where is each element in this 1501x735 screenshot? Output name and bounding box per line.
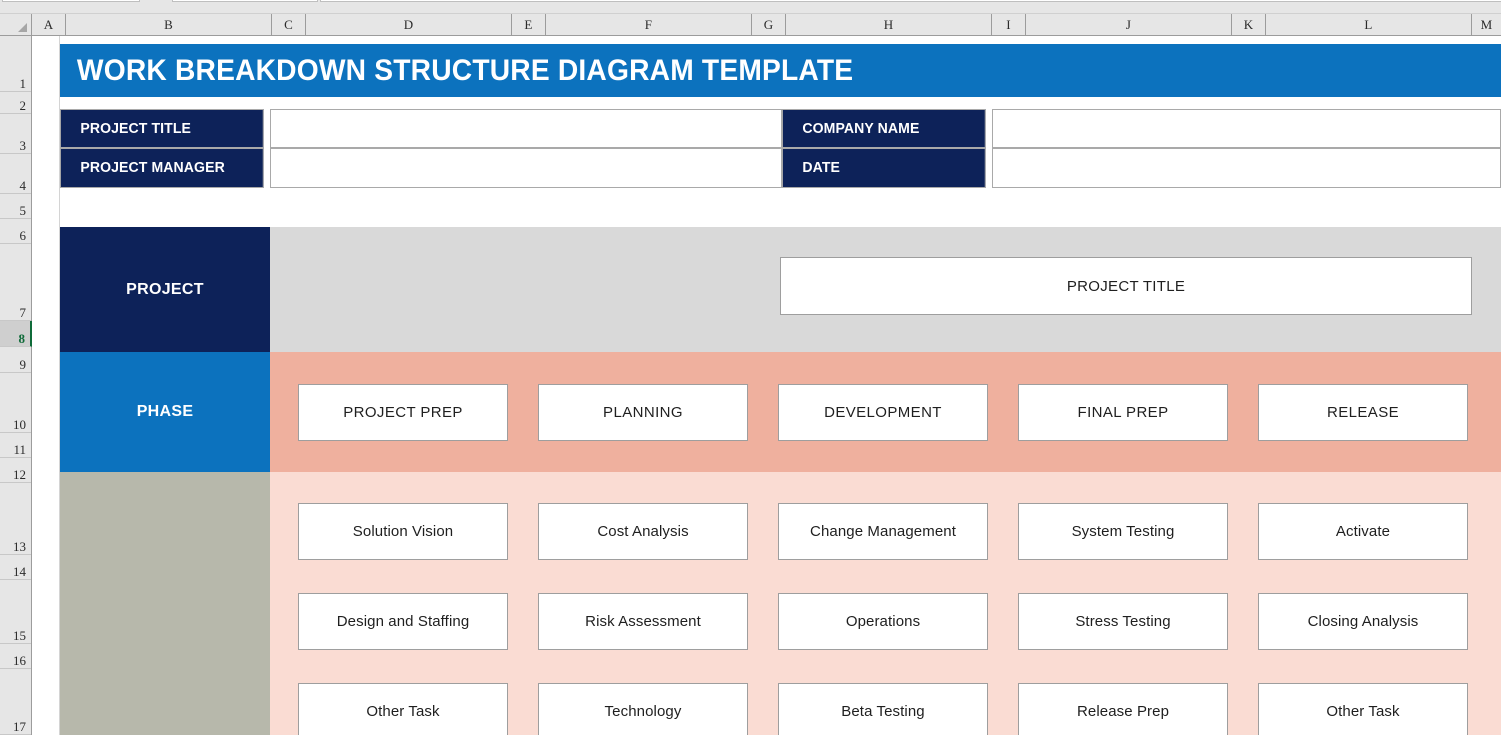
column-header-b[interactable]: B xyxy=(66,14,272,35)
formula-bar-input[interactable] xyxy=(320,0,1501,2)
project-title-input[interactable] xyxy=(270,109,782,148)
column-header-g[interactable]: G xyxy=(752,14,786,35)
task-node-r1c2[interactable]: Cost Analysis xyxy=(538,503,748,560)
project-title-label: PROJECT TITLE xyxy=(60,109,264,148)
column-header-f[interactable]: F xyxy=(546,14,752,35)
project-manager-input[interactable] xyxy=(270,148,782,188)
task-row-band: Solution Vision Cost Analysis Change Man… xyxy=(270,472,1501,735)
row-header-14[interactable]: 14 xyxy=(0,555,31,580)
date-input[interactable] xyxy=(992,148,1501,188)
column-header-strip: A B C D E F G H I J K L M xyxy=(0,14,1501,36)
task-node-r2c5[interactable]: Closing Analysis xyxy=(1258,593,1468,650)
worksheet-canvas[interactable]: WORK BREAKDOWN STRUCTURE DIAGRAM TEMPLAT… xyxy=(32,36,1501,735)
row-header-8[interactable]: 8 xyxy=(0,321,32,347)
select-all-triangle-icon xyxy=(18,23,27,32)
row-header-9[interactable]: 9 xyxy=(0,347,31,373)
row-header-11[interactable]: 11 xyxy=(0,433,31,458)
column-header-i[interactable]: I xyxy=(992,14,1026,35)
task-node-r2c2[interactable]: Risk Assessment xyxy=(538,593,748,650)
task-node-r3c4[interactable]: Release Prep xyxy=(1018,683,1228,735)
phase-row-band: PROJECT PREP PLANNING DEVELOPMENT FINAL … xyxy=(270,352,1501,472)
row-header-15[interactable]: 15 xyxy=(0,580,31,644)
company-name-input[interactable] xyxy=(992,109,1501,148)
row-header-6[interactable]: 6 xyxy=(0,219,31,244)
column-header-a[interactable]: A xyxy=(32,14,66,35)
column-header-d[interactable]: D xyxy=(306,14,512,35)
wbs-template: WORK BREAKDOWN STRUCTURE DIAGRAM TEMPLAT… xyxy=(32,36,1501,735)
phase-node-2[interactable]: PLANNING xyxy=(538,384,748,441)
formula-bar-buttons[interactable] xyxy=(172,0,318,2)
row-header-12[interactable]: 12 xyxy=(0,458,31,483)
task-node-r1c5[interactable]: Activate xyxy=(1258,503,1468,560)
phase-row-label: PHASE xyxy=(60,352,270,472)
company-name-label: COMPANY NAME xyxy=(782,109,986,148)
project-row-band: PROJECT TITLE xyxy=(270,227,1501,352)
row-header-strip: 1 2 3 4 5 6 7 8 9 10 11 12 13 14 15 16 1… xyxy=(0,36,32,735)
phase-node-1[interactable]: PROJECT PREP xyxy=(298,384,508,441)
project-row-label: PROJECT xyxy=(60,227,270,352)
row-header-7[interactable]: 7 xyxy=(0,244,31,321)
row-header-2[interactable]: 2 xyxy=(0,92,31,114)
column-header-k[interactable]: K xyxy=(1232,14,1266,35)
column-header-c[interactable]: C xyxy=(272,14,306,35)
task-node-r3c2[interactable]: Technology xyxy=(538,683,748,735)
task-node-r2c3[interactable]: Operations xyxy=(778,593,988,650)
select-all-corner[interactable] xyxy=(0,14,32,35)
formula-bar-strip xyxy=(0,0,1501,14)
row-header-5[interactable]: 5 xyxy=(0,194,31,219)
phase-node-3[interactable]: DEVELOPMENT xyxy=(778,384,988,441)
task-row-left-block xyxy=(60,472,270,735)
template-title-banner: WORK BREAKDOWN STRUCTURE DIAGRAM TEMPLAT… xyxy=(60,44,1501,97)
task-node-r1c3[interactable]: Change Management xyxy=(778,503,988,560)
column-header-j[interactable]: J xyxy=(1026,14,1232,35)
column-header-h[interactable]: H xyxy=(786,14,992,35)
task-node-r2c4[interactable]: Stress Testing xyxy=(1018,593,1228,650)
task-node-r2c1[interactable]: Design and Staffing xyxy=(298,593,508,650)
date-label: DATE xyxy=(782,148,986,188)
project-title-node[interactable]: PROJECT TITLE xyxy=(780,257,1472,315)
row-header-4[interactable]: 4 xyxy=(0,154,31,194)
phase-node-4[interactable]: FINAL PREP xyxy=(1018,384,1228,441)
project-manager-label: PROJECT MANAGER xyxy=(60,148,264,188)
task-node-r3c1[interactable]: Other Task xyxy=(298,683,508,735)
excel-worksheet: A B C D E F G H I J K L M 1 2 3 4 5 6 7 … xyxy=(0,0,1501,735)
page-title: WORK BREAKDOWN STRUCTURE DIAGRAM TEMPLAT… xyxy=(76,53,854,87)
column-header-l[interactable]: L xyxy=(1266,14,1472,35)
row-header-1[interactable]: 1 xyxy=(0,36,31,92)
task-node-r1c4[interactable]: System Testing xyxy=(1018,503,1228,560)
row-header-13[interactable]: 13 xyxy=(0,483,31,555)
column-header-e[interactable]: E xyxy=(512,14,546,35)
task-node-r3c3[interactable]: Beta Testing xyxy=(778,683,988,735)
name-box[interactable] xyxy=(2,0,140,2)
task-node-r1c1[interactable]: Solution Vision xyxy=(298,503,508,560)
task-node-r3c5[interactable]: Other Task xyxy=(1258,683,1468,735)
column-header-m[interactable]: M xyxy=(1472,14,1501,35)
phase-node-5[interactable]: RELEASE xyxy=(1258,384,1468,441)
row-header-17[interactable]: 17 xyxy=(0,669,31,735)
row-header-10[interactable]: 10 xyxy=(0,373,31,433)
row-header-3[interactable]: 3 xyxy=(0,114,31,154)
row-header-16[interactable]: 16 xyxy=(0,644,31,669)
